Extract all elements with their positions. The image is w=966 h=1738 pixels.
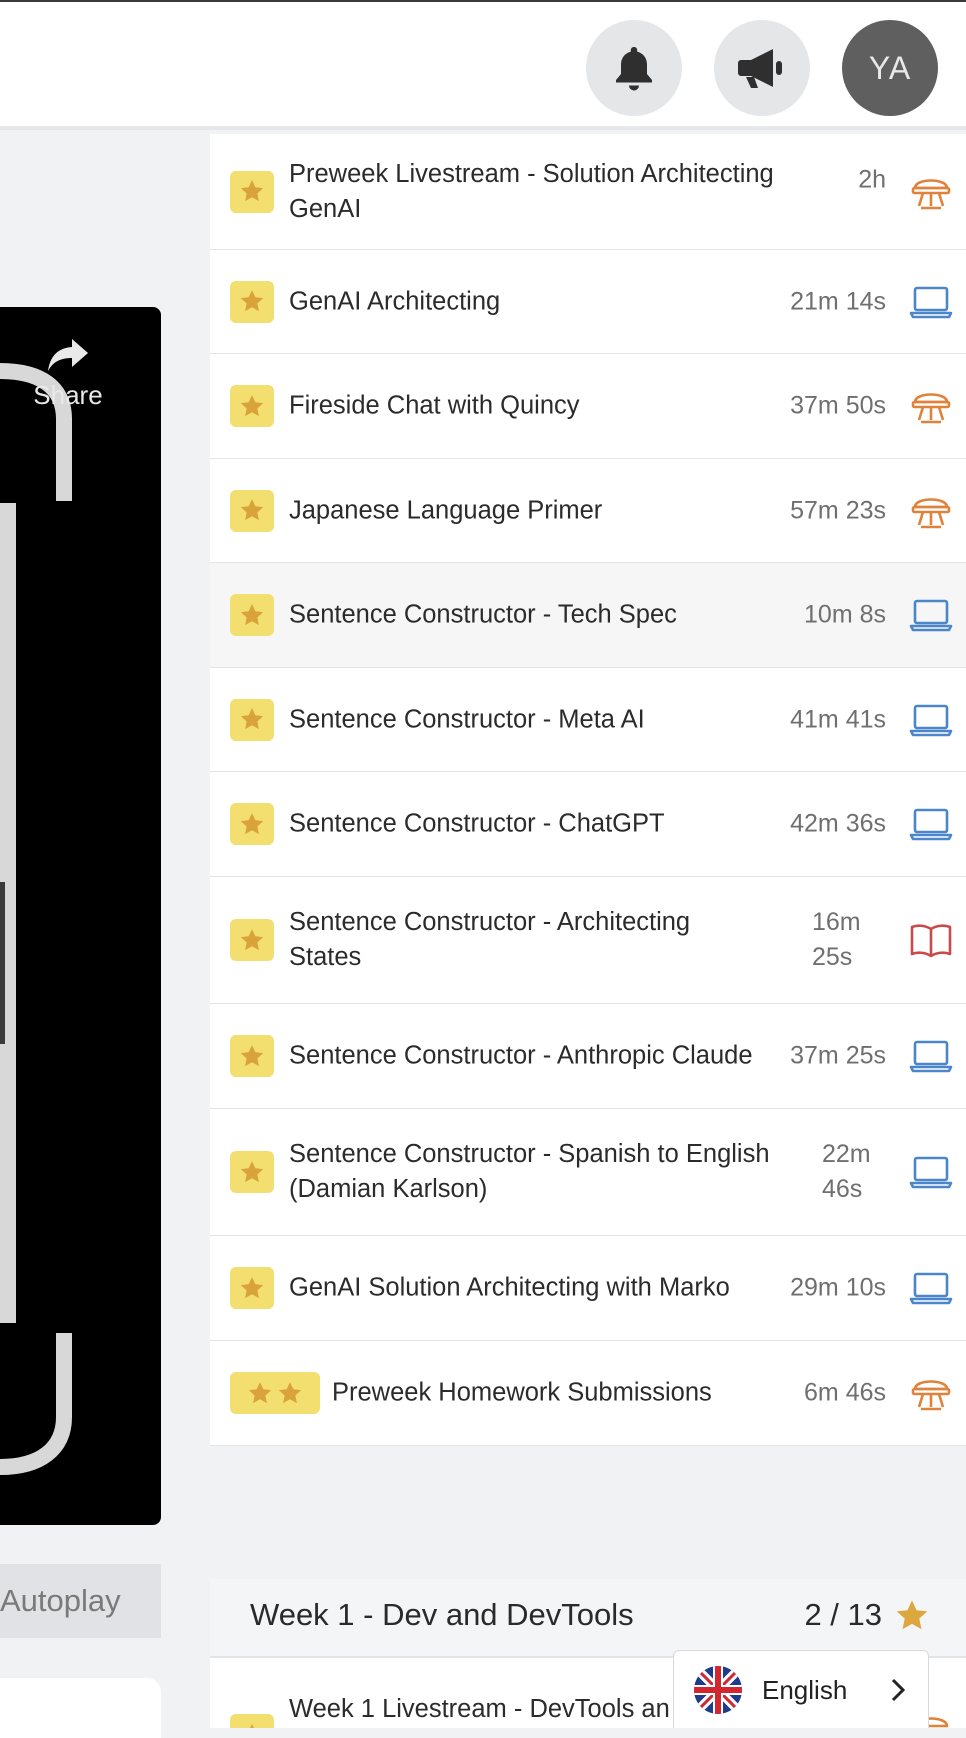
lesson-duration: 10m 8s	[804, 600, 886, 629]
lesson-row[interactable]: Preweek Homework Submissions 6m 46s	[210, 1341, 966, 1446]
share-arrow-icon	[48, 339, 88, 371]
star-badge	[230, 170, 274, 213]
star-icon	[249, 1723, 255, 1728]
lesson-duration: 41m 41s	[790, 705, 886, 733]
star-icon	[278, 1381, 302, 1403]
lesson-title: Japanese Language Primer	[289, 496, 603, 524]
lesson-duration: 42m 36s	[790, 809, 886, 838]
bell-icon	[616, 47, 652, 91]
lesson-row[interactable]: Sentence Constructor - Spanish to Englis…	[210, 1109, 966, 1236]
lesson-title: GenAI Architecting	[289, 287, 501, 315]
lesson-row[interactable]: GenAI Architecting 21m 14s	[210, 250, 966, 354]
star-badge	[230, 919, 274, 961]
lesson-row[interactable]: Sentence Constructor - ChatGPT 42m 36s	[210, 772, 966, 877]
announcements-button[interactable]	[714, 20, 810, 116]
laptop-icon	[909, 1040, 953, 1073]
star-icon	[240, 812, 264, 834]
lesson-duration: 21m 14s	[790, 287, 886, 315]
user-avatar[interactable]: YA	[842, 20, 938, 116]
language-label: English	[762, 1675, 848, 1705]
star-icon	[240, 1044, 264, 1066]
lesson-duration: 37m 25s	[790, 1041, 886, 1070]
star-icon	[240, 499, 264, 521]
lesson-row[interactable]: Sentence Constructor - Meta AI 41m 41s	[210, 668, 966, 772]
laptop-icon	[909, 1156, 953, 1189]
lesson-row[interactable]: GenAI Solution Architecting with Marko 29…	[210, 1236, 966, 1341]
livestream-icon	[911, 178, 951, 209]
laptop-icon	[909, 286, 953, 318]
star-badge	[230, 803, 274, 845]
lesson-row[interactable]: Preweek Livestream - Solution Architecti…	[210, 134, 966, 250]
star-icon	[240, 180, 264, 202]
lesson-title: Sentence Constructor - Tech Spec	[289, 600, 677, 629]
lesson-duration: 57m 23s	[790, 496, 886, 524]
book-icon	[910, 924, 952, 958]
autoplay-label: Autoplay	[0, 1583, 121, 1618]
share-button[interactable]: Share	[20, 337, 116, 411]
star-badge	[230, 1714, 274, 1728]
star-badge	[230, 280, 274, 323]
star-icon	[248, 1381, 272, 1403]
video-frame-graphic	[0, 363, 72, 1475]
star-icon	[240, 290, 264, 312]
star-icon	[240, 1160, 264, 1182]
star-badge	[230, 1035, 274, 1077]
lesson-list: Preweek Livestream - Solution Architecti…	[210, 134, 966, 1446]
star-icon	[240, 1276, 264, 1298]
lesson-title: Sentence Constructor - Anthropic Claude	[289, 1041, 753, 1070]
uk-flag-icon	[694, 1666, 742, 1714]
lesson-duration: 22m 46s	[822, 1140, 871, 1203]
star-badge	[230, 1372, 320, 1414]
chevron-right-icon	[891, 1678, 906, 1702]
lesson-row[interactable]: Sentence Constructor - Architecting Stat…	[210, 877, 966, 1004]
lesson-duration: 6m 46s	[804, 1378, 886, 1407]
star-badge	[230, 489, 274, 532]
lesson-row[interactable]: Japanese Language Primer 57m 23s	[210, 459, 966, 563]
video-player[interactable]: Share	[0, 307, 161, 1525]
lesson-title: Preweek Homework Submissions	[332, 1378, 712, 1407]
week-title: Week 1 - Dev and DevTools	[250, 1597, 634, 1632]
star-icon	[240, 394, 264, 416]
lesson-duration: 29m 10s	[790, 1273, 886, 1302]
lesson-duration: 37m 50s	[790, 391, 886, 420]
laptop-icon	[909, 704, 953, 736]
top-header: YA	[0, 2, 966, 130]
star-icon	[240, 708, 264, 730]
laptop-icon	[909, 1272, 953, 1305]
star-badge	[230, 1151, 274, 1193]
week-section-header[interactable]: Week 1 - Dev and DevTools 2 / 13	[210, 1579, 966, 1658]
lesson-title: GenAI Solution Architecting with Marko	[289, 1273, 730, 1302]
lesson-title: Preweek Livestream - Solution Architecti…	[289, 159, 774, 223]
lesson-row[interactable]: Sentence Constructor - Anthropic Claude 3…	[210, 1004, 966, 1109]
star-badge	[230, 1267, 274, 1309]
laptop-icon	[909, 808, 953, 841]
notifications-button[interactable]	[586, 20, 682, 116]
autoplay-toggle[interactable]: Autoplay	[0, 1564, 161, 1638]
star-icon	[240, 928, 264, 950]
lesson-duration: 16m 25s	[812, 908, 861, 971]
livestream-icon	[911, 1380, 951, 1411]
star-badge	[230, 698, 274, 741]
lesson-title: Fireside Chat with Quincy	[289, 391, 580, 420]
lesson-duration: 2h	[858, 165, 886, 194]
avatar-initials: YA	[868, 49, 912, 86]
lesson-title: Sentence Constructor - ChatGPT	[289, 809, 665, 838]
week-progress: 2 / 13	[804, 1597, 882, 1632]
left-panel-card	[0, 1678, 161, 1738]
lesson-title: Sentence Constructor - Meta AI	[289, 705, 645, 733]
share-label: Share	[33, 380, 103, 410]
livestream-icon	[911, 393, 951, 424]
megaphone-icon	[738, 49, 782, 88]
star-badge	[230, 594, 274, 636]
lesson-row[interactable]: Sentence Constructor - Tech Spec 10m 8s	[210, 563, 966, 668]
lesson-title: Sentence Constructor - Architecting Stat…	[289, 908, 691, 971]
lesson-title: Sentence Constructor - Spanish to Englis…	[289, 1140, 770, 1203]
star-icon	[896, 1600, 928, 1630]
laptop-icon	[909, 599, 953, 632]
language-selector[interactable]: English	[673, 1650, 929, 1728]
star-badge	[230, 385, 274, 427]
lesson-row[interactable]: Fireside Chat with Quincy 37m 50s	[210, 354, 966, 459]
star-icon	[240, 603, 264, 625]
livestream-icon	[911, 497, 951, 528]
